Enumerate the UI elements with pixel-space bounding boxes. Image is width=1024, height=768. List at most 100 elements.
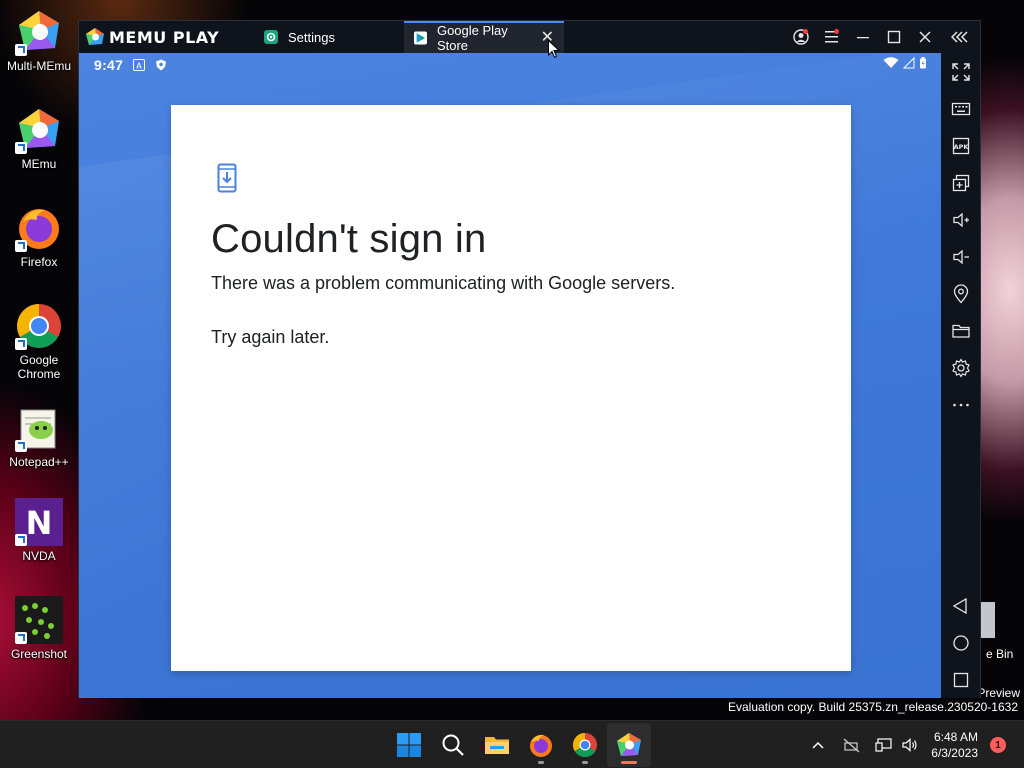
- sign-in-error-dialog: Couldn't sign in There was a problem com…: [171, 105, 851, 671]
- recents-icon[interactable]: [941, 661, 980, 698]
- start-button[interactable]: [387, 723, 431, 767]
- taskbar-search[interactable]: [431, 723, 475, 767]
- system-tray: 6:48 AM 6/3/2023 1: [805, 721, 1024, 768]
- memu-window: MEMU PLAY Settings Google Play Store ✕ 9…: [78, 20, 981, 698]
- dialog-message-retry: Try again later.: [211, 327, 330, 347]
- signal-icon: [903, 57, 915, 69]
- phone-download-icon: [217, 163, 237, 193]
- tab-settings[interactable]: Settings: [254, 21, 404, 53]
- notepadpp-icon: [15, 404, 63, 452]
- preview-watermark: Preview: [977, 686, 1020, 700]
- home-icon[interactable]: [941, 624, 980, 661]
- search-icon: [442, 734, 464, 756]
- close-icon[interactable]: [909, 21, 940, 53]
- desktop-icon-label: Notepad++: [9, 455, 69, 469]
- desktop-icon-label: Firefox: [20, 255, 58, 269]
- maximize-icon[interactable]: [878, 21, 909, 53]
- multi-window-icon[interactable]: [941, 164, 980, 201]
- volume-icon[interactable]: [897, 725, 923, 765]
- clock-date: 6/3/2023: [931, 746, 978, 760]
- folder-icon[interactable]: [941, 312, 980, 349]
- desktop-icon-multi-memu[interactable]: Multi-MEmu: [2, 2, 76, 88]
- chrome-icon: [15, 302, 63, 350]
- taskbar-memu[interactable]: [607, 723, 651, 767]
- chrome-icon: [572, 733, 597, 758]
- desktop-icon-label: MEmu: [21, 157, 57, 171]
- gear-icon: [264, 30, 278, 44]
- greenshot-icon: [15, 596, 63, 644]
- memu-brand-text: MEMU PLAY: [109, 27, 220, 47]
- taskbar: 6:48 AM 6/3/2023 1: [0, 720, 1024, 768]
- svg-text:A: A: [136, 62, 142, 71]
- more-icon[interactable]: [941, 386, 980, 423]
- recycle-bin-icon[interactable]: [981, 600, 997, 640]
- memu-icon: [15, 106, 63, 154]
- desktop-icon-label: Multi-MEmu: [6, 59, 71, 73]
- desktop-icon-label: Greenshot: [10, 647, 68, 661]
- menu-icon[interactable]: [816, 21, 847, 53]
- taskbar-clock[interactable]: 6:48 AM 6/3/2023: [923, 729, 990, 761]
- nvda-icon: N: [15, 498, 63, 546]
- running-indicator-active: [621, 761, 637, 764]
- tab-label: Google Play Store: [436, 23, 508, 53]
- desktop-icon-memu[interactable]: MEmu: [2, 100, 76, 186]
- memu-icon: [617, 733, 641, 756]
- collapse-panel-icon[interactable]: [940, 21, 980, 53]
- firefox-icon: [15, 204, 63, 252]
- android-status-bar: 9:47 A: [79, 53, 941, 77]
- desktop-icon-label: Google Chrome: [17, 353, 61, 381]
- desktop-icon-chrome[interactable]: Google Chrome: [2, 296, 76, 382]
- volume-up-icon[interactable]: [941, 201, 980, 238]
- location-icon[interactable]: [941, 275, 980, 312]
- start-icon: [397, 733, 421, 757]
- desktop-icon-greenshot[interactable]: Greenshot: [2, 590, 76, 676]
- android-screen[interactable]: 9:47 A Couldn't sign in There was a prob…: [79, 53, 941, 698]
- taskbar-firefox[interactable]: [519, 723, 563, 767]
- svg-text:N: N: [26, 504, 53, 542]
- taskbar-chrome[interactable]: [563, 723, 607, 767]
- evaluation-watermark: Evaluation copy. Build 25375.zn_release.…: [728, 700, 1018, 714]
- account-icon[interactable]: [785, 21, 816, 53]
- network-disconnected-icon[interactable]: [839, 725, 865, 765]
- minimize-icon[interactable]: [847, 21, 878, 53]
- dialog-message: There was a problem communicating with G…: [211, 273, 676, 293]
- back-icon[interactable]: [941, 587, 980, 624]
- keyboard-icon[interactable]: [941, 90, 980, 127]
- status-time: 9:47: [94, 57, 124, 73]
- memu-tool-panel: APK: [941, 53, 980, 698]
- volume-down-icon[interactable]: [941, 238, 980, 275]
- dialog-title: Couldn't sign in: [211, 217, 487, 261]
- desktop-icon-notepadpp[interactable]: Notepad++: [2, 398, 76, 484]
- desktop-icon-nvda[interactable]: N NVDA: [2, 492, 76, 578]
- display-icon[interactable]: [871, 725, 897, 765]
- memu-logo-icon: [86, 28, 104, 45]
- svg-text:APK: APK: [953, 143, 969, 151]
- chevron-up-icon[interactable]: [805, 725, 831, 765]
- notification-badge[interactable]: 1: [990, 737, 1006, 753]
- taskbar-file-explorer[interactable]: [475, 723, 519, 767]
- desktop-icon-firefox[interactable]: Firefox: [2, 198, 76, 284]
- memu-titlebar[interactable]: MEMU PLAY Settings Google Play Store ✕: [79, 21, 980, 53]
- memu-brand: MEMU PLAY: [79, 21, 254, 53]
- tab-google-play-store[interactable]: Google Play Store ✕: [404, 21, 564, 53]
- tab-label: Settings: [288, 29, 335, 45]
- mouse-cursor-icon: [548, 40, 560, 59]
- clock-time: 6:48 AM: [933, 730, 978, 744]
- apk-icon[interactable]: APK: [941, 127, 980, 164]
- multi-memu-icon: [15, 8, 63, 56]
- notification-dot: [803, 29, 808, 34]
- shield-icon: [156, 59, 167, 71]
- gear-icon[interactable]: [941, 349, 980, 386]
- desktop-icon-label: NVDA: [22, 549, 56, 563]
- running-indicator: [582, 761, 588, 764]
- a-notification-icon: A: [133, 59, 146, 71]
- firefox-icon: [530, 734, 552, 757]
- file-explorer-icon: [485, 737, 509, 754]
- wifi-icon: [883, 57, 899, 68]
- play-store-icon: [414, 31, 427, 45]
- running-indicator: [538, 761, 544, 764]
- recycle-bin-label: e Bin: [986, 647, 1014, 661]
- battery-icon: [920, 57, 926, 69]
- notification-dot: [834, 29, 839, 34]
- fullscreen-icon[interactable]: [941, 53, 980, 90]
